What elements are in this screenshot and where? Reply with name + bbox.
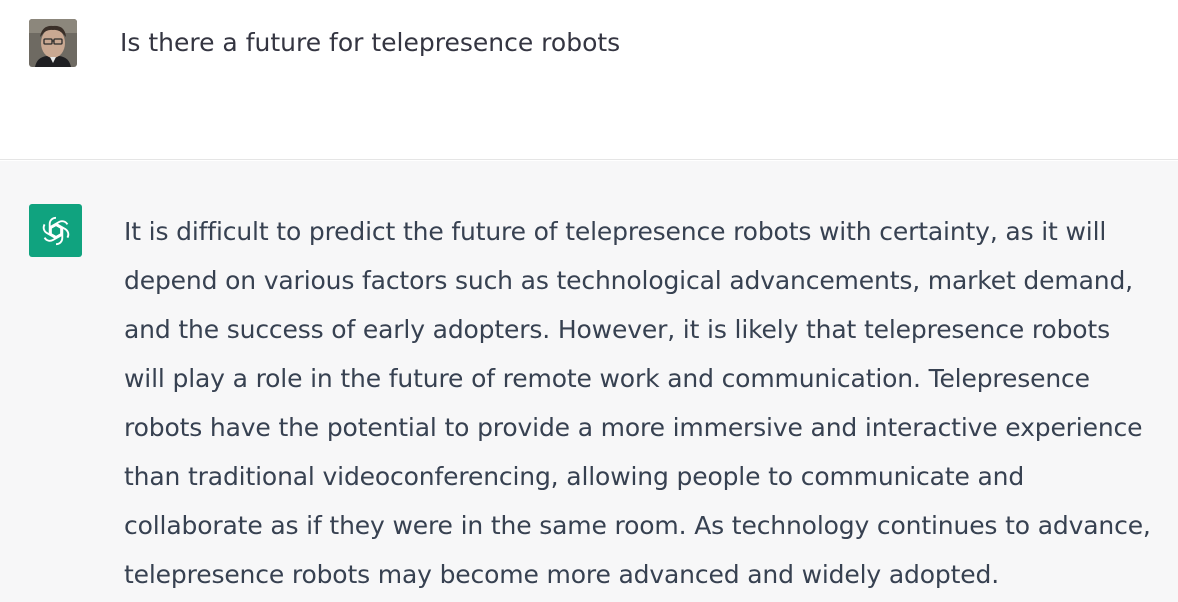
openai-logo-icon — [42, 216, 69, 245]
assistant-avatar — [29, 204, 82, 257]
user-photo-icon — [29, 19, 77, 67]
user-message-row: Is there a future for telepresence robot… — [0, 0, 1178, 160]
assistant-message-text: It is difficult to predict the future of… — [124, 217, 1151, 589]
user-avatar — [29, 19, 77, 67]
user-message-text: Is there a future for telepresence robot… — [120, 28, 621, 57]
assistant-message-row: It is difficult to predict the future of… — [0, 161, 1178, 602]
